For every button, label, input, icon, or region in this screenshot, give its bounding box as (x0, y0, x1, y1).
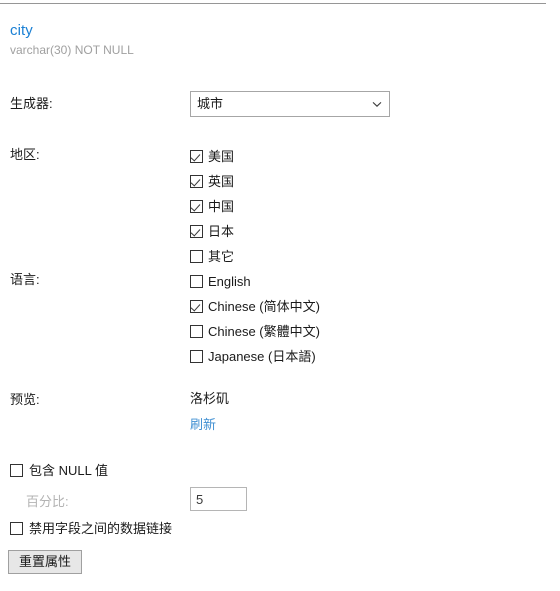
refresh-link[interactable]: 刷新 (190, 417, 216, 433)
field-header: city varchar(30) NOT NULL (10, 22, 134, 58)
chevron-down-icon (372, 101, 382, 107)
field-type-info: varchar(30) NOT NULL (10, 43, 134, 57)
checkbox-label: 包含 NULL 值 (29, 463, 108, 478)
checkbox-box-icon[interactable] (190, 150, 203, 163)
checkbox-region-0[interactable]: 美国 (190, 144, 234, 169)
language-label: 语言: (10, 272, 40, 287)
checkbox-label: Chinese (繁體中文) (208, 324, 320, 339)
checkbox-box-icon[interactable] (190, 275, 203, 288)
reset-properties-button[interactable]: 重置属性 (8, 550, 83, 574)
checkbox-label: 禁用字段之间的数据链接 (29, 521, 173, 536)
checkbox-box-icon[interactable] (190, 175, 203, 188)
preview-label: 预览: (10, 392, 40, 407)
page-title: city (10, 22, 33, 39)
checkbox-box-icon[interactable] (190, 200, 203, 213)
language-checkbox-group: English Chinese (简体中文) Chinese (繁體中文) Ja… (190, 269, 320, 369)
checkbox-language-1[interactable]: Chinese (简体中文) (190, 294, 320, 319)
checkbox-box-icon[interactable] (10, 522, 23, 535)
checkbox-language-2[interactable]: Chinese (繁體中文) (190, 319, 320, 344)
checkbox-disable-data-chain[interactable]: 禁用字段之间的数据链接 (10, 521, 172, 536)
checkbox-region-1[interactable]: 英国 (190, 169, 234, 194)
percent-input[interactable] (190, 487, 247, 511)
checkbox-label: Japanese (日本語) (208, 349, 316, 364)
panel-top-divider (0, 3, 546, 4)
checkbox-label: 英国 (208, 174, 235, 189)
checkbox-language-0[interactable]: English (190, 269, 320, 294)
generator-select[interactable]: 城市 (190, 91, 390, 117)
checkbox-label: 美国 (208, 149, 235, 164)
checkbox-region-3[interactable]: 日本 (190, 219, 234, 244)
checkbox-label: 其它 (208, 249, 235, 264)
checkbox-label: 中国 (208, 199, 235, 214)
checkbox-region-4[interactable]: 其它 (190, 244, 234, 269)
checkbox-label: Chinese (简体中文) (208, 299, 320, 314)
checkbox-box-icon[interactable] (10, 464, 23, 477)
checkbox-box-icon[interactable] (190, 325, 203, 338)
generator-select-value: 城市 (197, 96, 224, 111)
field-properties-panel: city varchar(30) NOT NULL 生成器: 城市 地区: 美国… (0, 0, 560, 591)
preview-value: 洛杉矶 (190, 391, 230, 406)
generator-label: 生成器: (10, 96, 53, 111)
checkbox-box-icon[interactable] (190, 350, 203, 363)
checkbox-region-2[interactable]: 中国 (190, 194, 234, 219)
checkbox-include-null[interactable]: 包含 NULL 值 (10, 463, 108, 478)
checkbox-label: English (208, 274, 251, 289)
checkbox-label: 日本 (208, 224, 235, 239)
checkbox-box-icon[interactable] (190, 250, 203, 263)
checkbox-box-icon[interactable] (190, 300, 203, 313)
region-checkbox-group: 美国 英国 中国 日本 其它 (190, 144, 234, 269)
checkbox-language-3[interactable]: Japanese (日本語) (190, 344, 320, 369)
percent-label: 百分比: (26, 494, 69, 509)
region-label: 地区: (10, 147, 40, 162)
checkbox-box-icon[interactable] (190, 225, 203, 238)
